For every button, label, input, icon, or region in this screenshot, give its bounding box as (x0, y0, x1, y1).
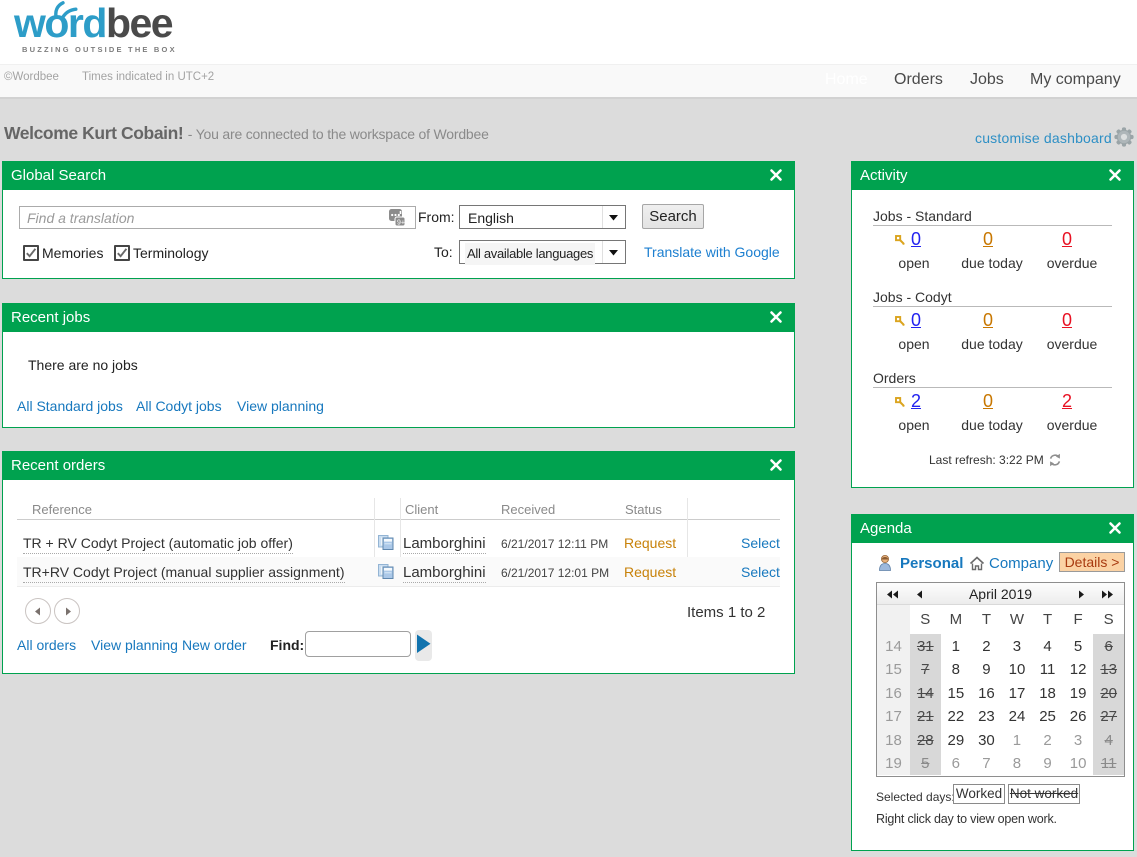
svg-text:9+: 9+ (397, 219, 405, 226)
